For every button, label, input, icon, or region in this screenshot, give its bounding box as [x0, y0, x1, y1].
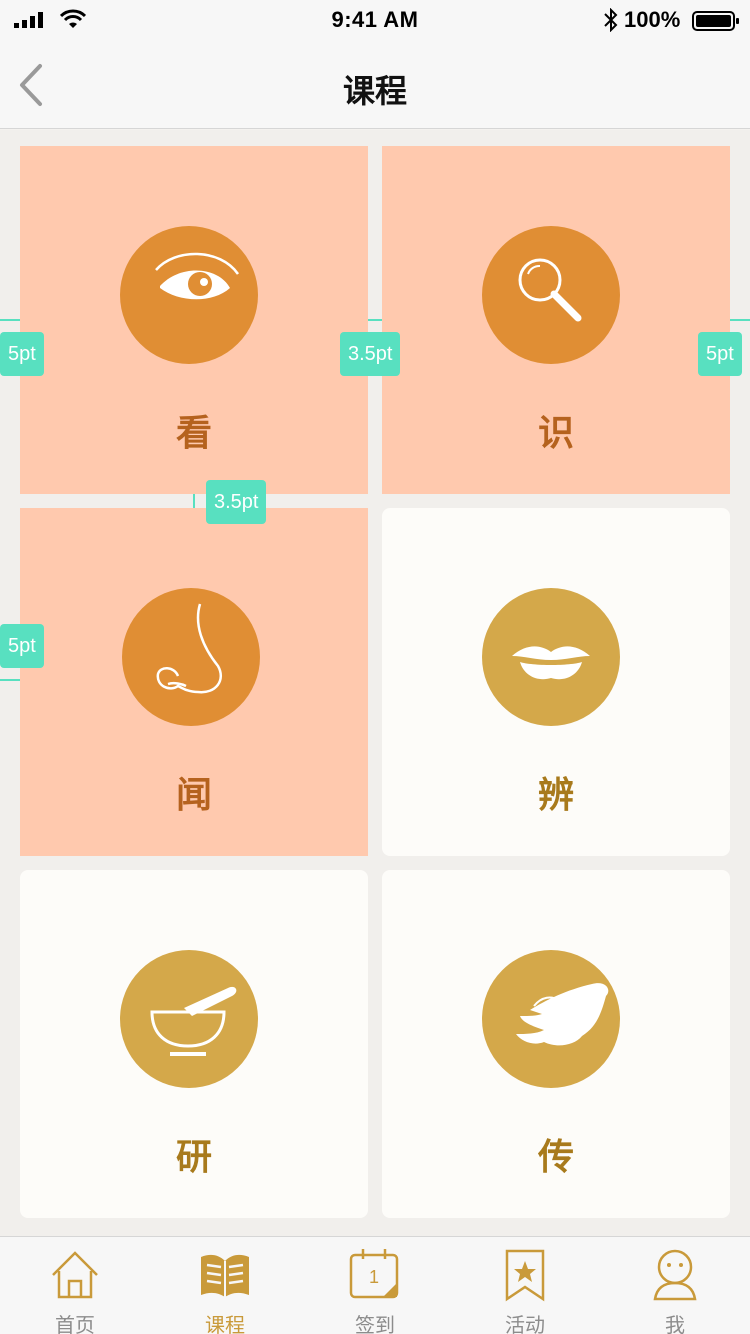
tab-courses[interactable]: 课程 — [150, 1237, 300, 1334]
pass-on-icon-circle — [482, 950, 620, 1088]
bluetooth-icon — [604, 8, 618, 32]
course-label: 识 — [537, 412, 574, 454]
course-tile-pass-on[interactable]: 传 — [382, 870, 730, 1218]
measure-line — [0, 679, 20, 681]
nose-icon — [156, 603, 223, 694]
measure-line — [193, 494, 195, 508]
eye-icon — [155, 252, 240, 300]
page-title: 课程 — [342, 73, 407, 109]
measure-badge-right: 5pt — [698, 332, 742, 376]
tab-events[interactable]: 活动 — [450, 1237, 600, 1334]
calendar-icon: 1 — [349, 1249, 399, 1299]
course-tile-distinguish[interactable]: 辨 — [382, 508, 730, 856]
smell-icon-circle — [122, 588, 260, 726]
course-label: 辨 — [537, 774, 574, 816]
magnifier-icon — [518, 258, 582, 322]
course-label: 传 — [537, 1136, 574, 1178]
tab-label: 课程 — [205, 1315, 245, 1334]
hand-icon — [516, 983, 609, 1046]
look-icon-circle — [120, 226, 258, 364]
measure-line — [368, 319, 382, 321]
tab-bar: 首页 课程 1 签到 活动 我 — [0, 1236, 750, 1334]
course-grid: 看 识 闻 辨 研 传 5pt 3.5pt 5pt 3.5pt 5pt — [0, 130, 750, 1236]
home-icon — [52, 1251, 98, 1299]
tab-checkin[interactable]: 1 签到 — [300, 1237, 450, 1334]
measure-badge-left: 5pt — [0, 332, 44, 376]
course-label: 看 — [175, 412, 212, 454]
status-bar: 9:41 AM 100% — [0, 0, 750, 40]
measure-badge-gap: 3.5pt — [340, 332, 401, 376]
mouth-icon — [512, 646, 590, 680]
measure-line — [730, 319, 750, 321]
tab-label: 首页 — [55, 1315, 95, 1334]
svg-text:1: 1 — [369, 1267, 379, 1287]
identify-icon-circle — [482, 226, 620, 364]
tab-home[interactable]: 首页 — [0, 1237, 150, 1334]
nav-bar: 课程 — [0, 40, 750, 129]
course-label: 闻 — [175, 774, 212, 816]
book-icon — [201, 1254, 249, 1297]
grind-icon-circle — [120, 950, 258, 1088]
battery-icon — [692, 11, 739, 31]
battery-percent: 100% — [624, 7, 681, 32]
tab-label: 签到 — [355, 1315, 395, 1334]
measure-badge-vgap: 3.5pt — [206, 480, 267, 524]
measure-line — [0, 319, 20, 321]
mortar-pestle-icon — [150, 986, 237, 1056]
course-tile-identify[interactable]: 识 — [382, 146, 730, 494]
tab-label: 我 — [665, 1315, 685, 1334]
tab-me[interactable]: 我 — [600, 1237, 750, 1334]
course-tile-smell[interactable]: 闻 — [20, 508, 368, 856]
measure-badge-left-2: 5pt — [0, 624, 44, 668]
bookmark-star-icon — [505, 1249, 545, 1302]
course-label: 研 — [175, 1136, 212, 1178]
distinguish-icon-circle — [482, 588, 620, 726]
course-tile-grind[interactable]: 研 — [20, 870, 368, 1218]
person-icon — [653, 1249, 697, 1301]
tab-label: 活动 — [505, 1315, 545, 1334]
course-tile-look[interactable]: 看 — [20, 146, 368, 494]
